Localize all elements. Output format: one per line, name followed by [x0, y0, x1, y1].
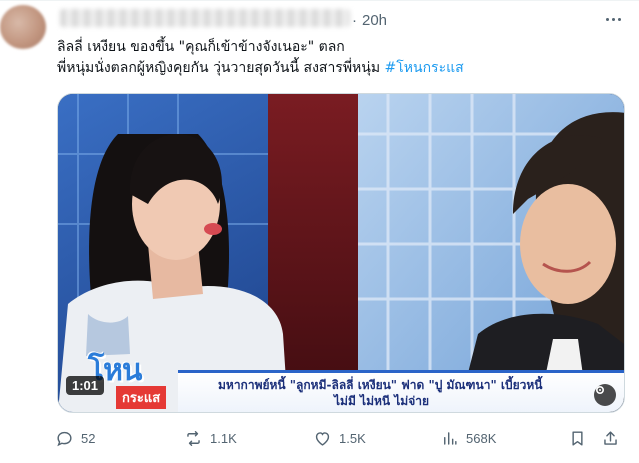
more-icon[interactable]: [603, 10, 623, 28]
share-icon: [604, 430, 617, 445]
top-divider: [0, 0, 639, 1]
bookmark-icon: [572, 430, 583, 446]
settings-icon[interactable]: [594, 384, 616, 406]
reply-button[interactable]: 52: [55, 425, 95, 451]
news-caption-line-2: ไม่มี ไม่หนี ไม่จ่าย: [334, 394, 430, 408]
tweet-actions: 52 1.1K 1.5K 568K: [55, 425, 625, 451]
timestamp[interactable]: 20h: [362, 12, 387, 29]
repost-button[interactable]: 1.1K: [184, 425, 237, 451]
separator-dot: ·: [352, 12, 357, 29]
tweet-text-line-1: ลิลลี่ เหงียน ของขึ้น "คุณก็เข้าข้างจังเ…: [57, 39, 345, 55]
video-player[interactable]: มหากาพย์หนี้ "ลูกหมี-ลิลลี่ เหงียน" ฟาด …: [57, 93, 625, 413]
tweet-text: ลิลลี่ เหงียน ของขึ้น "คุณก็เข้าข้างจังเ…: [57, 37, 617, 79]
video-frame: [58, 94, 624, 412]
avatar[interactable]: [0, 5, 46, 49]
author-name-redacted[interactable]: [60, 9, 350, 27]
like-button[interactable]: 1.5K: [313, 425, 366, 451]
tweet-text-line-2-body: พี่หนุ่มนั่งตลกผู้หญิงคุยกัน วุ่นวายสุดว…: [57, 60, 385, 76]
tweet-text-line-2: พี่หนุ่มนั่งตลกผู้หญิงคุยกัน วุ่นวายสุดว…: [57, 58, 617, 79]
reply-icon: [57, 431, 72, 446]
views-button[interactable]: 568K: [440, 425, 496, 451]
views-count: 568K: [466, 430, 497, 446]
like-count: 1.5K: [339, 430, 366, 446]
share-button[interactable]: [601, 425, 620, 451]
video-duration: 1:01: [66, 376, 105, 395]
repost-count: 1.1K: [210, 430, 237, 446]
hashtag-link[interactable]: #โหนกระแส: [385, 60, 464, 76]
views-icon: [444, 431, 457, 445]
bookmark-button[interactable]: [568, 425, 587, 451]
like-icon: [315, 431, 330, 446]
show-logo-sub: กระแส: [116, 386, 167, 409]
repost-icon: [187, 430, 200, 446]
reply-count: 52: [81, 430, 96, 446]
